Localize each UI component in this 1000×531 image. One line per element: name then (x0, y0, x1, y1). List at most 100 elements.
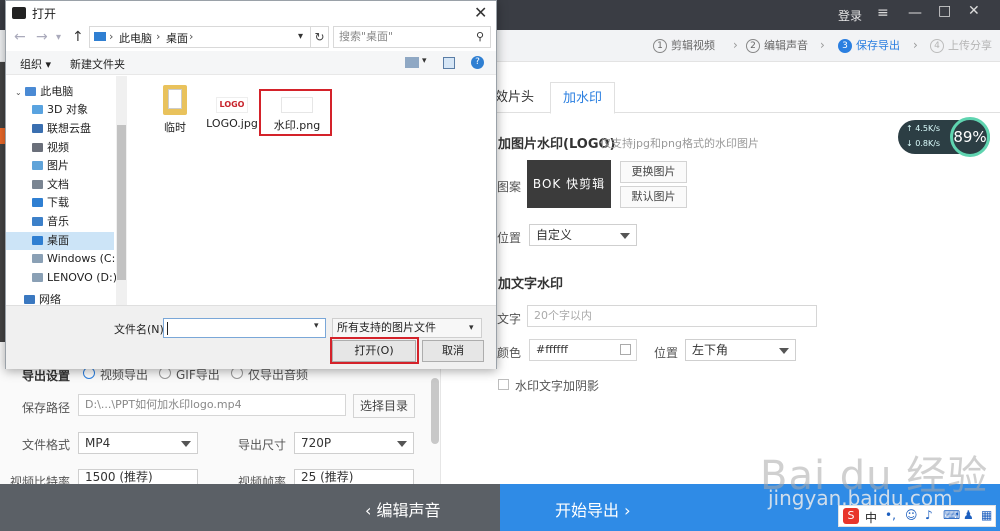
drive-icon (32, 273, 43, 282)
breadcrumb-sep: › (189, 30, 194, 43)
image-thumbnail: LOGO (216, 97, 248, 113)
step-upload-share[interactable]: 4 上传分享 (930, 37, 992, 55)
mic-icon: ♪ (925, 508, 933, 522)
breadcrumb-pc[interactable]: 此电脑 (119, 30, 152, 46)
shirt-icon: ♟ (963, 508, 974, 522)
breadcrumb-desktop[interactable]: 桌面 (166, 30, 188, 46)
nav-item-videos[interactable]: 视频 (6, 139, 114, 157)
filename-dropdown-icon[interactable]: ▾ (314, 321, 319, 331)
dialog-title: 打开 (32, 7, 57, 21)
framerate-select[interactable]: 25 (推荐) (294, 469, 414, 485)
ime-mode: 中 (865, 511, 878, 525)
nav-item-drive-c[interactable]: Windows (C:) (6, 250, 120, 268)
memory-usage-gauge[interactable]: 89% (950, 117, 990, 157)
search-icon: ⚲ (476, 30, 485, 43)
picture-icon (32, 161, 43, 170)
change-image-button[interactable]: 更换图片 (620, 161, 687, 183)
nav-scroll-thumb[interactable] (117, 125, 126, 280)
nav-item-pictures[interactable]: 图片 (6, 157, 114, 175)
save-path-input[interactable]: D:\...\PPT如何加水印logo.mp4 (78, 394, 346, 416)
maximize-icon[interactable]: □ (938, 3, 951, 19)
nav-item-network[interactable]: 网络 (6, 294, 114, 305)
nav-item-lenovo-cloud[interactable]: 联想云盘 (6, 120, 114, 138)
file-format-select[interactable]: MP4 (78, 432, 198, 454)
nav-item-drive-d[interactable]: LENOVO (D:) (6, 269, 117, 287)
position-label: 位置 (497, 231, 522, 245)
step-edit-audio[interactable]: 2 编辑声音 (746, 37, 808, 55)
cloud-icon (32, 124, 43, 133)
sogou-icon: S (843, 508, 859, 524)
menu-icon[interactable]: ≡ (877, 5, 889, 21)
new-folder-button[interactable]: 新建文件夹 (70, 56, 125, 72)
address-dropdown-icon[interactable]: ▾ (298, 31, 303, 42)
back-edit-audio-button[interactable]: ‹ 编辑声音 (0, 484, 500, 531)
export-scrollbar[interactable] (431, 378, 439, 444)
color-swatch[interactable] (620, 344, 631, 355)
nav-item-3d-objects[interactable]: 3D 对象 (6, 101, 114, 119)
forward-arrow-icon[interactable]: → (36, 29, 48, 45)
chevron-down-icon: ▾ (469, 323, 474, 333)
help-icon[interactable]: ? (471, 56, 484, 69)
file-logo-jpg[interactable]: LOGO LOGO.jpg (204, 97, 260, 130)
network-icon (24, 295, 35, 304)
dialog-close-icon[interactable]: ✕ (474, 3, 487, 22)
pc-icon (94, 32, 106, 41)
filename-label: 文件名(N): (114, 323, 168, 336)
step-edit-video[interactable]: 1 剪辑视频 (653, 37, 715, 55)
tab-add-watermark[interactable]: 加水印 (550, 82, 616, 114)
text-watermark-title: 加文字水印 (498, 277, 564, 292)
preview-pane-icon[interactable] (443, 57, 455, 69)
file-folder-temp[interactable]: 临时 (154, 85, 196, 135)
default-image-button[interactable]: 默认图片 (620, 186, 687, 208)
export-settings-label: 导出设置 (22, 369, 71, 383)
nav-item-documents[interactable]: 文档 (6, 176, 114, 194)
view-dropdown-icon[interactable]: ▾ (422, 56, 427, 66)
organize-menu[interactable]: 组织 ▾ (20, 56, 51, 72)
step-save-export[interactable]: 3 保存导出 (838, 37, 900, 55)
step-arrow-icon: › (820, 38, 825, 52)
export-size-select[interactable]: 720P (294, 432, 414, 454)
nav-item-music[interactable]: 音乐 (6, 213, 114, 231)
chevron-down-icon (779, 348, 789, 354)
shadow-checkbox[interactable] (498, 379, 509, 390)
login-link[interactable]: 登录 (838, 7, 862, 24)
pattern-label: 图案 (497, 180, 522, 194)
desktop-icon (32, 236, 43, 245)
close-icon[interactable]: ✕ (968, 3, 980, 19)
minimize-icon[interactable]: — (908, 5, 922, 21)
back-arrow-icon[interactable]: ← (14, 29, 26, 45)
drive-icon (32, 254, 43, 263)
address-bar[interactable]: › 此电脑 › 桌面 › ▾ (89, 26, 311, 48)
step-arrow-icon: › (913, 38, 918, 52)
save-path-label: 保存路径 (22, 401, 71, 415)
up-arrow-icon[interactable]: ↑ (72, 29, 84, 45)
music-icon (32, 217, 43, 226)
punct-icon: •, (885, 508, 896, 522)
open-file-dialog: 打开 ✕ ← → ▾ ↑ › 此电脑 › 桌面 › ▾ ↻ 搜索"桌面" ⚲ 组织… (5, 0, 497, 369)
watermark-text-input[interactable]: 20个字以内 (527, 305, 817, 327)
chevron-down-icon (397, 441, 407, 447)
step-arrow-icon: › (733, 38, 738, 52)
text-label: 文字 (497, 312, 522, 326)
nav-item-this-pc[interactable]: ⌄ 此电脑 (6, 83, 114, 101)
cube-icon (32, 105, 43, 114)
color-input[interactable]: #ffffff (529, 339, 637, 361)
bitrate-select[interactable]: 1500 (推荐) (78, 469, 198, 485)
export-size-label: 导出尺寸 (238, 438, 287, 452)
choose-directory-button[interactable]: 选择目录 (353, 394, 415, 418)
filename-input[interactable]: ▾ (163, 318, 326, 338)
nav-item-downloads[interactable]: 下载 (6, 194, 114, 212)
recent-dropdown-icon[interactable]: ▾ (56, 32, 61, 43)
text-position-label: 位置 (654, 346, 679, 360)
cancel-button[interactable]: 取消 (422, 340, 484, 362)
logo-position-select[interactable]: 自定义 (529, 224, 637, 246)
chevron-down-icon (620, 233, 630, 239)
view-mode-icon[interactable] (405, 57, 419, 68)
file-type-select[interactable]: 所有支持的图片文件 ▾ (332, 318, 482, 338)
ime-tray[interactable]: S 中 •, ☺ ♪ ⌨ ♟ ▦ (838, 505, 996, 527)
nav-item-desktop[interactable]: 桌面 (6, 232, 114, 250)
dialog-search-input[interactable]: 搜索"桌面" ⚲ (333, 26, 491, 48)
refresh-icon[interactable]: ↻ (311, 26, 329, 48)
text-position-select[interactable]: 左下角 (685, 339, 796, 361)
shadow-label: 水印文字加阴影 (515, 379, 600, 393)
